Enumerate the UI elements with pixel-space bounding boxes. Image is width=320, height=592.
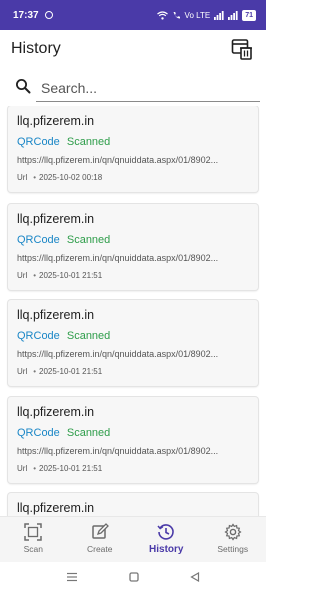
battery-indicator: 71	[242, 9, 256, 21]
history-item-tags: QRCode Scanned	[17, 136, 249, 150]
search-bar	[0, 70, 266, 104]
status-indicators: Vo LTE 71	[156, 9, 256, 21]
history-item-type: QRCode	[17, 234, 60, 246]
history-item-meta: Url • 2025-10-02 00:18	[17, 173, 249, 182]
history-item[interactable]: llq.pfizerem.in QRCode Scanned https://l…	[8, 106, 258, 192]
create-icon	[92, 523, 109, 539]
scan-icon	[24, 523, 42, 541]
history-list: llq.pfizerem.in QRCode Scanned https://l…	[0, 106, 266, 516]
history-item-status: Scanned	[66, 427, 111, 439]
history-item-title: llq.pfizerem.in	[17, 308, 95, 322]
history-item[interactable]: llq.pfizerem.in	[8, 493, 258, 516]
search-input[interactable]	[36, 74, 260, 102]
app-header: History	[0, 30, 266, 68]
history-item-title: llq.pfizerem.in	[17, 405, 95, 419]
history-item-url: https://llq.pfizerem.in/qn/qnuiddata.asp…	[17, 155, 219, 165]
history-item-status: Scanned	[66, 234, 111, 246]
history-item-title: llq.pfizerem.in	[17, 212, 95, 226]
back-button-icon[interactable]	[190, 572, 200, 582]
history-item-type: QRCode	[17, 136, 60, 148]
status-time: 17:37	[13, 9, 39, 21]
nav-item-history[interactable]: History	[133, 517, 200, 562]
history-item-tags: QRCode Scanned	[17, 427, 249, 441]
system-navigation-bar	[0, 562, 266, 592]
nav-label-scan: Scan	[23, 544, 43, 554]
sync-status-icon	[44, 11, 53, 19]
delete-history-button[interactable]	[229, 36, 255, 62]
history-item-kind: Url	[17, 464, 28, 473]
nav-item-scan[interactable]: Scan	[0, 517, 67, 562]
history-item-date: 2025-10-01 21:51	[39, 271, 103, 280]
history-item-date: 2025-10-01 21:51	[39, 367, 103, 376]
history-item-kind: Url	[17, 271, 28, 280]
history-item-title: llq.pfizerem.in	[17, 501, 95, 515]
history-item-meta: Url • 2025-10-01 21:51	[17, 367, 249, 376]
history-item-url: https://llq.pfizerem.in/qn/qnuiddata.asp…	[17, 446, 219, 456]
page-title: History	[11, 40, 61, 57]
history-item[interactable]: llq.pfizerem.in QRCode Scanned https://l…	[8, 397, 258, 483]
delete-history-icon	[231, 39, 252, 60]
home-button-icon[interactable]	[129, 572, 139, 582]
wifi-icon	[156, 10, 168, 20]
meta-separator: •	[33, 173, 37, 182]
nav-label-settings: Settings	[217, 544, 249, 554]
history-item-status: Scanned	[66, 330, 111, 342]
history-item[interactable]: llq.pfizerem.in QRCode Scanned https://l…	[8, 204, 258, 290]
history-icon	[157, 524, 174, 540]
bottom-navigation: Scan Create History Settings	[0, 516, 266, 562]
recents-button-icon[interactable]	[66, 572, 78, 582]
signal-2-icon	[228, 10, 238, 20]
history-item[interactable]: llq.pfizerem.in QRCode Scanned https://l…	[8, 300, 258, 386]
history-item-tags: QRCode Scanned	[17, 234, 249, 248]
history-item-kind: Url	[17, 367, 28, 376]
history-item-url: https://llq.pfizerem.in/qn/qnuiddata.asp…	[17, 253, 219, 263]
network-label: Vo LTE	[184, 10, 211, 20]
meta-separator: •	[33, 367, 37, 376]
signal-icon	[214, 10, 224, 20]
nav-label-create: Create	[86, 544, 113, 554]
history-item-title: llq.pfizerem.in	[17, 114, 95, 128]
search-icon	[16, 79, 31, 94]
nav-label-history: History	[149, 544, 184, 555]
settings-icon	[224, 523, 242, 541]
history-item-meta: Url • 2025-10-01 21:51	[17, 271, 249, 280]
call-icon	[173, 11, 180, 19]
meta-separator: •	[33, 464, 37, 473]
status-bar: 17:37 Vo LTE 71	[0, 0, 266, 30]
history-item-status: Scanned	[66, 136, 111, 148]
history-item-meta: Url • 2025-10-01 21:51	[17, 464, 249, 473]
history-item-date: 2025-10-02 00:18	[39, 173, 103, 182]
history-item-type: QRCode	[17, 330, 60, 342]
history-item-date: 2025-10-01 21:51	[39, 464, 103, 473]
history-item-kind: Url	[17, 173, 28, 182]
nav-item-create[interactable]: Create	[67, 517, 134, 562]
history-item-tags: QRCode Scanned	[17, 330, 249, 344]
nav-item-settings[interactable]: Settings	[200, 517, 267, 562]
meta-separator: •	[33, 271, 37, 280]
history-item-url: https://llq.pfizerem.in/qn/qnuiddata.asp…	[17, 349, 219, 359]
history-item-type: QRCode	[17, 427, 60, 439]
